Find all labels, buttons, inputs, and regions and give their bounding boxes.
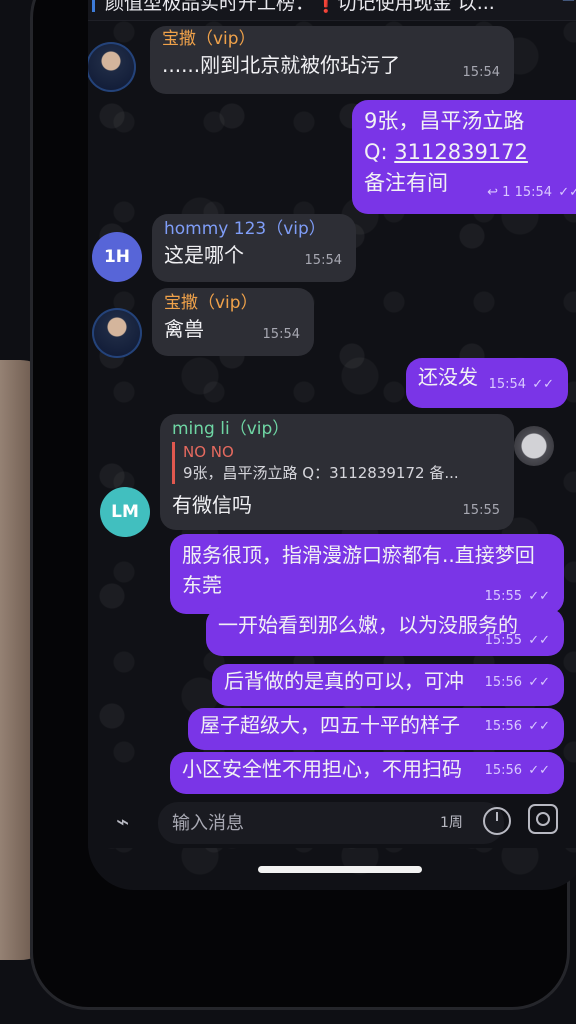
message-text: 屋子超级大，四五十平的样子 <box>200 713 460 737</box>
message-time: 15:54 <box>488 377 527 392</box>
message-text: ......刚到北京就被你玷污了 <box>162 53 401 77</box>
pinned-marker <box>92 0 95 12</box>
message-time: 15:54 <box>514 185 553 200</box>
message-text: 服务很顶，指滑漫游口瘀都有..直接梦回东莞 <box>182 543 535 597</box>
avatar[interactable]: LM <box>100 487 150 537</box>
message-bubble[interactable]: 宝撒（vip） ......刚到北京就被你玷污了 15:54 <box>150 26 514 94</box>
pinned-message-text: 颜值型极品实时开工榜：❗切记使用现金 以... <box>105 0 495 14</box>
message-time: 15:56 <box>484 675 523 690</box>
quoted-sender: NO NO <box>183 443 234 461</box>
phone-frame: 颜值型极品实时开工榜：❗切记使用现金 以... ≡ 今天 宝撒（vip） ...… <box>30 0 576 1010</box>
camera-icon[interactable] <box>528 804 558 834</box>
sender-name[interactable]: ming li（vip） <box>172 418 502 440</box>
message-bubble[interactable]: ming li（vip） NO NO 9张，昌平汤立路 Q：3112839172… <box>160 414 514 530</box>
message-meta: 15:56 ✓✓ <box>485 668 550 698</box>
message-text: 小区安全性不用担心，不用扫码 <box>182 757 462 781</box>
message-bubble-outgoing[interactable]: 9张，昌平汤立路 Q: 3112839172 备注有间 ↩ 1 15:54 ✓✓ <box>352 100 576 214</box>
qq-number-link[interactable]: 3112839172 <box>394 140 528 164</box>
avatar[interactable] <box>92 308 142 358</box>
list-icon[interactable]: ≡ <box>561 0 576 7</box>
message-time: 15:55 <box>484 589 523 604</box>
message-time: 15:56 <box>484 763 523 778</box>
message-text: 一开始看到那么嫩，以为没服务的 <box>218 613 518 637</box>
quoted-text: 9张，昌平汤立路 Q：3112839172 备... <box>183 464 459 482</box>
message-time: 15:56 <box>484 719 523 734</box>
message-bubble-outgoing[interactable]: 屋子超级大，四五十平的样子 15:56 ✓✓ <box>188 708 564 750</box>
message-text: 还没发 <box>418 365 478 389</box>
message-time: 15:55 <box>484 633 523 648</box>
read-ticks-icon: ✓✓ <box>528 589 550 604</box>
message-bubble[interactable]: 宝撒（vip） 禽兽 15:54 <box>152 288 314 356</box>
pinned-message-bar[interactable]: 颜值型极品实时开工榜：❗切记使用现金 以... ≡ <box>88 0 576 21</box>
message-meta: 15:56 ✓✓ <box>485 712 550 742</box>
timer-clock-icon[interactable] <box>483 807 511 835</box>
message-time: 15:55 <box>462 503 500 518</box>
message-meta: 15:54 ✓✓ <box>489 370 554 400</box>
read-ticks-icon: ✓✓ <box>528 763 550 778</box>
read-ticks-icon: ✓✓ <box>528 633 550 648</box>
message-text: 禽兽 <box>164 317 204 341</box>
avatar[interactable] <box>88 42 136 92</box>
message-line: 9张，昌平汤立路 <box>364 109 525 133</box>
read-ticks-icon: ✓✓ <box>558 185 576 200</box>
message-time: 15:54 <box>262 327 300 342</box>
qq-prefix: Q: <box>364 140 395 164</box>
attachment-clip-icon[interactable]: ⌁ <box>116 810 129 835</box>
self-destruct-timer[interactable]: 1周 <box>440 812 463 832</box>
avatar[interactable]: 1H <box>92 232 142 282</box>
read-ticks-icon: ✓✓ <box>528 675 550 690</box>
message-time: 15:54 <box>462 65 500 80</box>
sender-name[interactable]: 宝撒（vip） <box>164 292 302 314</box>
message-bubble-outgoing[interactable]: 还没发 15:54 ✓✓ <box>406 358 568 408</box>
reply-count: 1 <box>502 185 511 200</box>
read-ticks-icon: ✓✓ <box>528 719 550 734</box>
message-line: Q: 3112839172 <box>364 137 576 168</box>
read-ticks-icon: ✓✓ <box>532 377 554 392</box>
message-time: 15:54 <box>304 253 342 268</box>
sender-name[interactable]: hommy 123（vip） <box>164 218 344 240</box>
reply-arrow-icon: ↩ <box>487 185 499 200</box>
message-input-bar: ⌁ 1周 <box>88 796 576 848</box>
message-text: 有微信吗 <box>172 493 252 517</box>
chat-screen: 颜值型极品实时开工榜：❗切记使用现金 以... ≡ 今天 宝撒（vip） ...… <box>88 0 576 890</box>
message-text: 后背做的是真的可以，可冲 <box>224 669 464 693</box>
message-bubble-outgoing[interactable]: 后背做的是真的可以，可冲 15:56 ✓✓ <box>212 664 564 706</box>
message-bubble[interactable]: hommy 123（vip） 这是哪个 15:54 <box>152 214 356 282</box>
quoted-reply[interactable]: NO NO 9张，昌平汤立路 Q：3112839172 备... <box>172 442 502 484</box>
home-indicator[interactable] <box>258 866 422 873</box>
message-bubble-outgoing[interactable]: 小区安全性不用担心，不用扫码 15:56 ✓✓ <box>170 752 564 794</box>
sender-name[interactable]: 宝撒（vip） <box>162 28 502 50</box>
message-meta: ↩ 1 15:54 ✓✓ <box>487 177 576 208</box>
message-meta: 15:56 ✓✓ <box>485 756 550 786</box>
message-bubble-outgoing[interactable]: 一开始看到那么嫩，以为没服务的 15:55 ✓✓ <box>206 608 564 656</box>
floating-button[interactable] <box>514 426 554 466</box>
message-meta: 15:55 ✓✓ <box>485 626 550 656</box>
message-bubble-outgoing[interactable]: 服务很顶，指滑漫游口瘀都有..直接梦回东莞 15:55 ✓✓ <box>170 534 564 614</box>
message-text: 这是哪个 <box>164 243 244 267</box>
